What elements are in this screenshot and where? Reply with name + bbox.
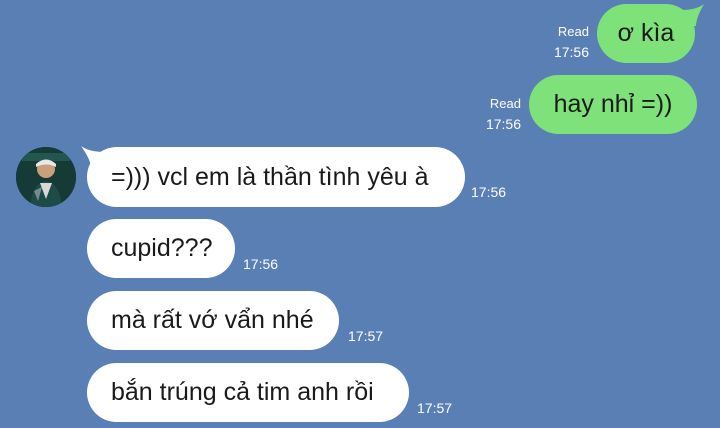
incoming-message-bubble[interactable]: bắn trúng cả tim anh rồi xyxy=(87,363,409,422)
message-time: 17:57 xyxy=(417,400,453,416)
message-time: 17:57 xyxy=(348,328,384,344)
message-meta: Read 17:56 xyxy=(540,22,589,62)
incoming-message-bubble[interactable]: mà rất vớ vẩn nhé xyxy=(87,291,339,350)
message-text: bắn trúng cả tim anh rồi xyxy=(111,378,374,406)
incoming-message-bubble[interactable]: cupid??? xyxy=(87,219,235,278)
message-text: cupid??? xyxy=(111,234,213,262)
message-time: 17:56 xyxy=(553,44,589,60)
message-time: 17:56 xyxy=(471,184,507,200)
message-meta: Read 17:56 xyxy=(472,94,521,134)
message-text: mà rất vớ vẩn nhé xyxy=(111,306,314,334)
read-status: Read xyxy=(557,24,589,39)
message-text: ơ kìa xyxy=(617,19,675,47)
message-time: 17:56 xyxy=(485,116,521,132)
outgoing-message-bubble[interactable]: hay nhỉ =)) xyxy=(529,75,697,134)
message-text: =))) vcl em là thần tình yêu à xyxy=(111,162,429,191)
avatar-photo-icon xyxy=(16,147,76,207)
read-status: Read xyxy=(489,96,521,111)
outgoing-message-bubble[interactable]: ơ kìa xyxy=(597,4,695,63)
message-time: 17:56 xyxy=(243,256,279,272)
incoming-message-bubble[interactable]: =))) vcl em là thần tình yêu à xyxy=(87,147,465,207)
contact-avatar[interactable] xyxy=(16,147,76,207)
message-text: hay nhỉ =)) xyxy=(553,90,673,118)
